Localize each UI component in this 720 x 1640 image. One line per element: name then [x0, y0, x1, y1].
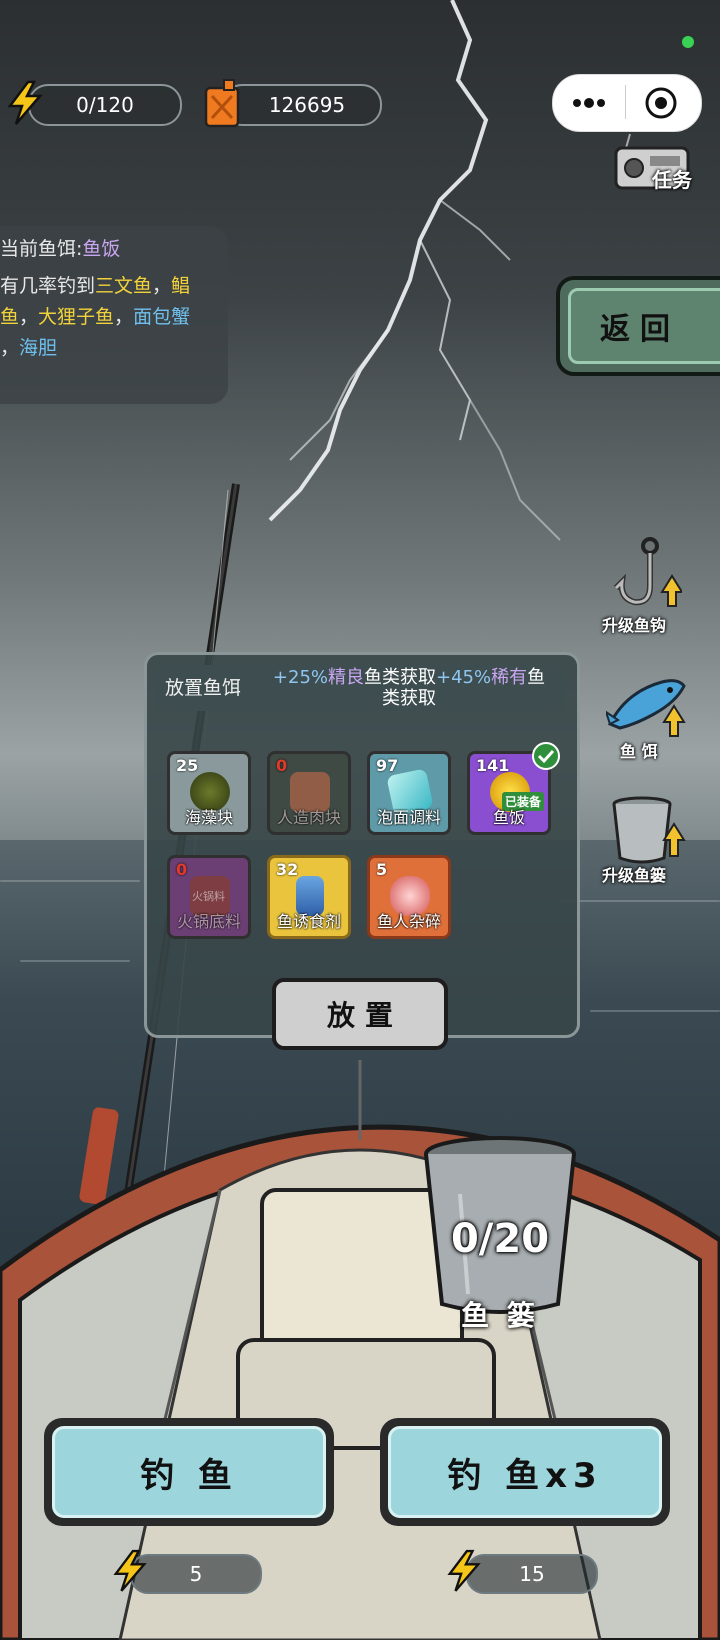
dialog-header: 放置鱼饵 +25%精良鱼类获取+45%稀有鱼 类获取 [155, 665, 565, 711]
fish-icon [606, 679, 686, 737]
fish-pomfret-end: 鱼 [0, 306, 20, 328]
fish-big-raccoon: 大狸子鱼 [38, 306, 115, 328]
bait-label: 鱼 饵 [620, 742, 658, 761]
bait-item-artificial-meat[interactable]: 0 人造肉块 [267, 751, 351, 835]
task-button[interactable]: 任务 [612, 132, 708, 192]
item-count: 0 [176, 860, 188, 879]
current-bait-name: 鱼饭 [82, 238, 121, 260]
status-dot [682, 36, 694, 48]
fish-button-label: 钓 鱼 [52, 1426, 326, 1518]
separator: ， [0, 337, 20, 359]
fuel-value: 126695 [268, 93, 346, 117]
bait-info-panel: 当前鱼饵:鱼饭 有几率钓到三文鱼，鲳 鱼，大狸子鱼，面包蟹 ，海胆 [0, 226, 228, 404]
lightning-icon [7, 80, 43, 125]
miniprogram-capsule [552, 74, 702, 132]
boat-deck [0, 1060, 720, 1640]
target-close-icon [645, 87, 677, 119]
separator: ， [114, 306, 134, 328]
task-label: 任务 [652, 168, 692, 192]
item-name: 火锅底料 [176, 912, 241, 931]
fish-salmon: 三文鱼 [95, 275, 153, 297]
bonus2-rarity: 稀有 [491, 667, 528, 688]
bonus1-value: +25% [272, 667, 328, 688]
bucket-icon [612, 796, 686, 864]
item-count: 5 [376, 860, 388, 879]
item-name: 海藻块 [184, 808, 233, 827]
lightning-icon [113, 1549, 147, 1592]
fish-cost-value: 5 [189, 1562, 203, 1586]
bait-item-hotpot-base[interactable]: 火锅料 0 火锅底料 [167, 855, 251, 939]
item-name: 鱼饭 [492, 808, 525, 827]
bonus1-text: 鱼类获取 [364, 667, 436, 688]
fish-sea-urchin: 海胆 [19, 337, 58, 359]
bait-button[interactable]: 鱼 饵 [604, 672, 704, 762]
fishing-hook-icon [613, 537, 682, 607]
fish-x3-cost-value: 15 [519, 1562, 545, 1586]
return-button[interactable]: 返回 [556, 276, 720, 376]
energy-display: 0/120 [28, 84, 182, 126]
item-count: 32 [276, 860, 299, 879]
item-count: 0 [276, 756, 288, 775]
bait-item-seaweed[interactable]: 25 海藻块 [167, 751, 251, 835]
item-name: 泡面调料 [376, 808, 441, 827]
upgrade-hook-label: 升级鱼钩 [602, 616, 667, 635]
catch-line-1: 有几率钓到三文鱼，鲳 [0, 271, 228, 302]
item-count: 141 [476, 756, 510, 775]
bonus1-rarity: 精良 [328, 667, 364, 688]
upgrade-basket-label: 升级鱼篓 [602, 866, 667, 885]
fuel-can-icon [204, 79, 240, 128]
item-name: 人造肉块 [276, 808, 341, 827]
checkmark-icon [532, 742, 560, 770]
bait-item-fishman-offal[interactable]: 5 鱼人杂碎 [367, 855, 451, 939]
catch-line-2: 鱼，大狸子鱼，面包蟹 [0, 302, 228, 333]
dialog-title: 放置鱼饵 [165, 677, 242, 699]
bonus2-value: +45% [436, 667, 492, 688]
separator: ， [152, 275, 172, 297]
current-bait-label: 当前鱼饵: [0, 238, 83, 260]
fish-x3-cost-display: 15 [466, 1554, 598, 1594]
more-button[interactable] [571, 95, 607, 115]
wave [590, 1010, 720, 1012]
current-bait-line: 当前鱼饵:鱼饭 [0, 234, 228, 265]
item-name: 鱼人杂碎 [376, 912, 441, 931]
catch-prefix: 有几率钓到 [0, 275, 96, 297]
close-miniprogram-button[interactable] [643, 85, 679, 125]
hotpot-bag-text: 火锅料 [192, 890, 225, 903]
fish-button[interactable]: 钓 鱼 [44, 1418, 334, 1526]
bonus2-text2: 类获取 [382, 688, 436, 709]
dialog-bonus-text: +25%精良鱼类获取+45%稀有鱼 类获取 [259, 667, 559, 709]
energy-value: 0/120 [76, 93, 134, 117]
bonus2-text1: 鱼 [527, 667, 546, 688]
item-count: 25 [176, 756, 199, 775]
lightning-icon [447, 1549, 481, 1592]
fuel-display: 126695 [222, 84, 382, 126]
basket-label: 鱼 篓 [461, 1299, 539, 1332]
fish-bread-crab: 面包蟹 [133, 306, 191, 328]
wave [560, 900, 720, 902]
upgrade-hook-button[interactable]: 升级鱼钩 [596, 536, 706, 636]
upgrade-basket-button[interactable]: 升级鱼篓 [598, 796, 708, 888]
catch-line-3: ，海胆 [0, 333, 228, 364]
fish-cost-display: 5 [130, 1554, 262, 1594]
basket-count: 0/20 [450, 1216, 550, 1262]
place-button[interactable]: 放置 [272, 978, 448, 1050]
fish-x3-button-label: 钓 鱼x3 [388, 1426, 662, 1518]
fish-x3-button[interactable]: 钓 鱼x3 [380, 1418, 670, 1526]
return-label: 返回 [568, 288, 720, 364]
bait-item-fish-attractant[interactable]: 32 鱼诱食剂 [267, 855, 351, 939]
capsule-divider [625, 85, 626, 119]
fish-pomfret-start: 鲳 [171, 275, 191, 297]
more-dots-icon [573, 98, 605, 108]
bait-item-fish-rice[interactable]: 141 已装备 鱼饭 [467, 742, 560, 835]
item-name: 鱼诱食剂 [276, 912, 341, 931]
separator: ， [19, 306, 39, 328]
item-count: 97 [376, 756, 399, 775]
bait-item-noodle-seasoning[interactable]: 97 泡面调料 [367, 751, 451, 835]
